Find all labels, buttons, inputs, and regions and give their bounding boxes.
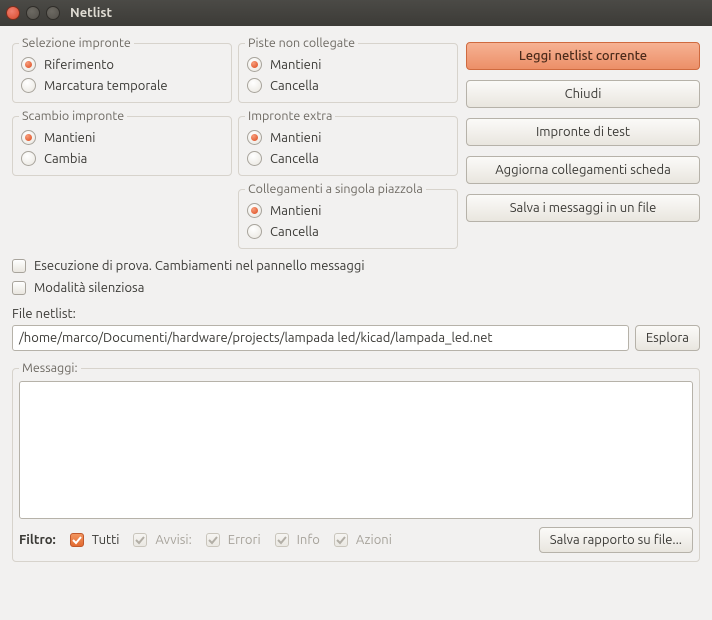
radio-icon [247,130,262,145]
radio-extra-cancella[interactable]: Cancella [245,148,451,169]
filter-option-label: Info [297,533,320,547]
radio-scambio-mantieni[interactable]: Mantieni [19,127,225,148]
radio-icon [21,78,36,93]
test-footprints-button[interactable]: Impronte di test [466,118,700,146]
close-icon[interactable] [6,6,20,20]
radio-singola-cancella[interactable]: Cancella [245,221,451,242]
group-selezione-impronte: Selezione impronte Riferimento Marcatura… [12,36,232,103]
group-singola-piazzola: Collegamenti a singola piazzola Mantieni… [238,182,458,249]
minimize-icon[interactable] [26,6,40,20]
messages-textarea[interactable] [19,381,693,519]
radio-icon [247,57,262,72]
checkbox-icon [12,281,26,295]
radio-icon [21,130,36,145]
group-scambio-impronte: Scambio impronte Mantieni Cambia [12,109,232,176]
filter-all[interactable]: Tutti [70,533,120,547]
checkbox-icon [12,259,26,273]
radio-piste-mantieni[interactable]: Mantieni [245,54,451,75]
check-silent-mode[interactable]: Modalità silenziosa [12,281,700,295]
filter-actions: Azioni [334,533,392,547]
radio-marcatura-temporale[interactable]: Marcatura temporale [19,75,225,96]
radio-icon [21,151,36,166]
save-messages-button[interactable]: Salva i messaggi in un file [466,194,700,222]
filter-option-label: Azioni [356,533,392,547]
check-label: Modalità silenziosa [34,281,144,295]
filter-option-label: Avvisi: [155,533,191,547]
messages-legend: Messaggi: [19,361,81,375]
radio-label: Cancella [270,79,319,93]
filter-label: Filtro: [19,533,56,547]
radio-label: Mantieni [270,131,321,145]
group-legend: Piste non collegate [245,36,358,50]
radio-extra-mantieni[interactable]: Mantieni [245,127,451,148]
radio-icon [247,224,262,239]
checkbox-icon [334,533,348,547]
update-board-button[interactable]: Aggiorna collegamenti scheda [466,156,700,184]
read-netlist-button[interactable]: Leggi netlist corrente [466,42,700,70]
radio-label: Cancella [270,152,319,166]
group-impronte-extra: Impronte extra Mantieni Cancella [238,109,458,176]
radio-icon [247,151,262,166]
radio-label: Cancella [270,225,319,239]
radio-icon [21,57,36,72]
radio-label: Cambia [44,152,87,166]
checkbox-icon [275,533,289,547]
messages-group: Messaggi: Filtro: Tutti Avvisi: Er [12,361,700,562]
group-legend: Impronte extra [245,109,335,123]
radio-label: Mantieni [44,131,95,145]
group-legend: Selezione impronte [19,36,134,50]
radio-label: Mantieni [270,58,321,72]
window-title: Netlist [70,6,112,20]
filter-errors: Errori [206,533,261,547]
checkbox-icon [70,533,84,547]
check-label: Esecuzione di prova. Cambiamenti nel pan… [34,259,364,273]
filter-option-label: Tutti [92,533,120,547]
radio-icon [247,78,262,93]
radio-riferimento[interactable]: Riferimento [19,54,225,75]
radio-label: Marcatura temporale [44,79,168,93]
checkbox-icon [206,533,220,547]
radio-icon [247,203,262,218]
file-netlist-input[interactable]: /home/marco/Documenti/hardware/projects/… [12,325,629,351]
group-legend: Scambio impronte [19,109,127,123]
filter-option-label: Errori [228,533,261,547]
titlebar: Netlist [0,0,712,26]
group-legend: Collegamenti a singola piazzola [245,182,426,196]
maximize-icon[interactable] [46,6,60,20]
group-piste-non-collegate: Piste non collegate Mantieni Cancella [238,36,458,103]
filter-info: Info [275,533,320,547]
radio-label: Mantieni [270,204,321,218]
file-netlist-label: File netlist: [12,307,700,321]
radio-scambio-cambia[interactable]: Cambia [19,148,225,169]
save-report-button[interactable]: Salva rapporto su file... [539,527,693,553]
radio-piste-cancella[interactable]: Cancella [245,75,451,96]
check-dry-run[interactable]: Esecuzione di prova. Cambiamenti nel pan… [12,259,700,273]
checkbox-icon [133,533,147,547]
close-button[interactable]: Chiudi [466,80,700,108]
radio-singola-mantieni[interactable]: Mantieni [245,200,451,221]
radio-label: Riferimento [44,58,114,72]
browse-button[interactable]: Esplora [635,325,700,351]
filter-warnings: Avvisi: [133,533,191,547]
